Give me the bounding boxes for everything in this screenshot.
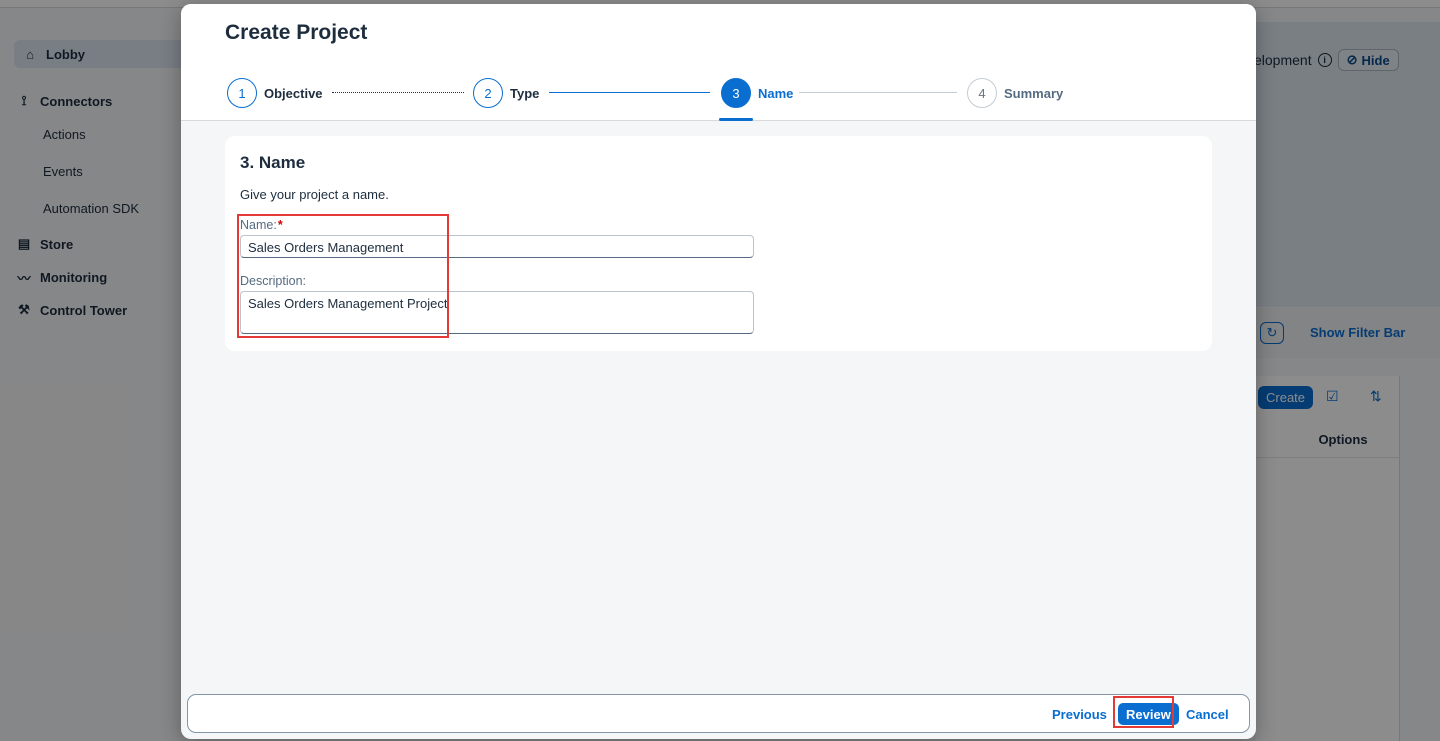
step-number: 2: [473, 78, 503, 108]
step-number: 3: [721, 78, 751, 108]
create-project-dialog: Create Project 1 Objective 2 Type 3 Name…: [181, 4, 1256, 739]
annotation-highlight: [237, 214, 449, 338]
step-objective[interactable]: 1 Objective: [227, 78, 323, 108]
step-name[interactable]: 3 Name: [721, 78, 793, 108]
step-label: Summary: [1004, 85, 1064, 101]
section-description: Give your project a name.: [240, 187, 389, 202]
annotation-highlight: [1113, 696, 1174, 728]
step-summary[interactable]: 4 Summary: [967, 78, 1063, 108]
dialog-header: Create Project 1 Objective 2 Type 3 Name…: [181, 4, 1256, 121]
current-step-indicator: [719, 118, 753, 121]
step-label: Objective: [264, 85, 323, 101]
step-type[interactable]: 2 Type: [473, 78, 539, 108]
step-number: 1: [227, 78, 257, 108]
dialog-title: Create Project: [225, 21, 368, 44]
step-label: Type: [510, 85, 540, 101]
previous-button[interactable]: Previous: [1052, 703, 1107, 725]
step-connector: [332, 92, 464, 93]
step-connector: [799, 92, 957, 93]
dialog-footer: Previous Review Cancel: [187, 694, 1250, 733]
step-number: 4: [967, 78, 997, 108]
step-label: Name: [758, 85, 794, 101]
cancel-button[interactable]: Cancel: [1186, 703, 1229, 725]
step-connector: [549, 92, 710, 93]
section-title: 3. Name: [240, 153, 306, 172]
